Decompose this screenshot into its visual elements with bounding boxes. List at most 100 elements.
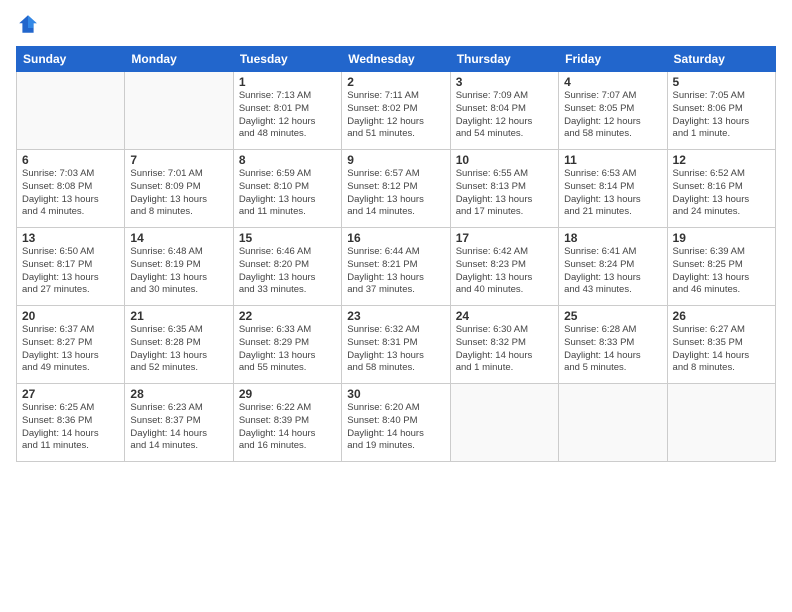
day-info: Sunrise: 6:20 AM Sunset: 8:40 PM Dayligh… (347, 402, 444, 453)
day-number: 10 (456, 153, 553, 167)
calendar-cell: 24Sunrise: 6:30 AM Sunset: 8:32 PM Dayli… (450, 306, 558, 384)
calendar-cell: 18Sunrise: 6:41 AM Sunset: 8:24 PM Dayli… (559, 228, 667, 306)
calendar-cell: 12Sunrise: 6:52 AM Sunset: 8:16 PM Dayli… (667, 150, 775, 228)
calendar-cell: 22Sunrise: 6:33 AM Sunset: 8:29 PM Dayli… (233, 306, 341, 384)
calendar-header-friday: Friday (559, 47, 667, 72)
calendar-cell: 25Sunrise: 6:28 AM Sunset: 8:33 PM Dayli… (559, 306, 667, 384)
day-number: 14 (130, 231, 227, 245)
day-info: Sunrise: 6:48 AM Sunset: 8:19 PM Dayligh… (130, 246, 227, 297)
day-number: 19 (673, 231, 770, 245)
day-info: Sunrise: 6:32 AM Sunset: 8:31 PM Dayligh… (347, 324, 444, 375)
day-number: 18 (564, 231, 661, 245)
calendar-cell: 26Sunrise: 6:27 AM Sunset: 8:35 PM Dayli… (667, 306, 775, 384)
day-number: 26 (673, 309, 770, 323)
day-number: 3 (456, 75, 553, 89)
header (16, 12, 776, 36)
day-info: Sunrise: 6:41 AM Sunset: 8:24 PM Dayligh… (564, 246, 661, 297)
day-info: Sunrise: 6:59 AM Sunset: 8:10 PM Dayligh… (239, 168, 336, 219)
day-number: 15 (239, 231, 336, 245)
calendar-header-monday: Monday (125, 47, 233, 72)
day-info: Sunrise: 6:27 AM Sunset: 8:35 PM Dayligh… (673, 324, 770, 375)
day-info: Sunrise: 6:30 AM Sunset: 8:32 PM Dayligh… (456, 324, 553, 375)
day-number: 21 (130, 309, 227, 323)
day-info: Sunrise: 7:09 AM Sunset: 8:04 PM Dayligh… (456, 90, 553, 141)
calendar-cell (559, 384, 667, 462)
calendar-header-sunday: Sunday (17, 47, 125, 72)
day-info: Sunrise: 6:23 AM Sunset: 8:37 PM Dayligh… (130, 402, 227, 453)
day-info: Sunrise: 6:39 AM Sunset: 8:25 PM Dayligh… (673, 246, 770, 297)
day-number: 20 (22, 309, 119, 323)
calendar-cell: 14Sunrise: 6:48 AM Sunset: 8:19 PM Dayli… (125, 228, 233, 306)
day-info: Sunrise: 6:44 AM Sunset: 8:21 PM Dayligh… (347, 246, 444, 297)
calendar-week-4: 20Sunrise: 6:37 AM Sunset: 8:27 PM Dayli… (17, 306, 776, 384)
calendar-cell: 9Sunrise: 6:57 AM Sunset: 8:12 PM Daylig… (342, 150, 450, 228)
calendar-cell: 29Sunrise: 6:22 AM Sunset: 8:39 PM Dayli… (233, 384, 341, 462)
day-info: Sunrise: 6:28 AM Sunset: 8:33 PM Dayligh… (564, 324, 661, 375)
calendar-cell (667, 384, 775, 462)
calendar-cell: 6Sunrise: 7:03 AM Sunset: 8:08 PM Daylig… (17, 150, 125, 228)
calendar-cell: 10Sunrise: 6:55 AM Sunset: 8:13 PM Dayli… (450, 150, 558, 228)
day-info: Sunrise: 6:35 AM Sunset: 8:28 PM Dayligh… (130, 324, 227, 375)
calendar-cell: 8Sunrise: 6:59 AM Sunset: 8:10 PM Daylig… (233, 150, 341, 228)
calendar-cell: 4Sunrise: 7:07 AM Sunset: 8:05 PM Daylig… (559, 72, 667, 150)
calendar-cell: 5Sunrise: 7:05 AM Sunset: 8:06 PM Daylig… (667, 72, 775, 150)
calendar-header-row: SundayMondayTuesdayWednesdayThursdayFrid… (17, 47, 776, 72)
day-number: 8 (239, 153, 336, 167)
day-info: Sunrise: 6:22 AM Sunset: 8:39 PM Dayligh… (239, 402, 336, 453)
calendar-week-2: 6Sunrise: 7:03 AM Sunset: 8:08 PM Daylig… (17, 150, 776, 228)
day-info: Sunrise: 6:33 AM Sunset: 8:29 PM Dayligh… (239, 324, 336, 375)
calendar-cell (17, 72, 125, 150)
calendar-cell: 19Sunrise: 6:39 AM Sunset: 8:25 PM Dayli… (667, 228, 775, 306)
day-info: Sunrise: 6:55 AM Sunset: 8:13 PM Dayligh… (456, 168, 553, 219)
day-number: 2 (347, 75, 444, 89)
day-number: 7 (130, 153, 227, 167)
day-number: 1 (239, 75, 336, 89)
day-number: 6 (22, 153, 119, 167)
day-number: 28 (130, 387, 227, 401)
calendar-cell: 27Sunrise: 6:25 AM Sunset: 8:36 PM Dayli… (17, 384, 125, 462)
calendar-cell: 17Sunrise: 6:42 AM Sunset: 8:23 PM Dayli… (450, 228, 558, 306)
day-info: Sunrise: 6:37 AM Sunset: 8:27 PM Dayligh… (22, 324, 119, 375)
day-number: 13 (22, 231, 119, 245)
day-number: 23 (347, 309, 444, 323)
day-info: Sunrise: 6:46 AM Sunset: 8:20 PM Dayligh… (239, 246, 336, 297)
day-number: 24 (456, 309, 553, 323)
calendar-header-saturday: Saturday (667, 47, 775, 72)
day-info: Sunrise: 6:53 AM Sunset: 8:14 PM Dayligh… (564, 168, 661, 219)
calendar-cell: 21Sunrise: 6:35 AM Sunset: 8:28 PM Dayli… (125, 306, 233, 384)
day-info: Sunrise: 6:25 AM Sunset: 8:36 PM Dayligh… (22, 402, 119, 453)
calendar-cell: 15Sunrise: 6:46 AM Sunset: 8:20 PM Dayli… (233, 228, 341, 306)
calendar-cell (450, 384, 558, 462)
day-info: Sunrise: 6:57 AM Sunset: 8:12 PM Dayligh… (347, 168, 444, 219)
calendar-cell: 28Sunrise: 6:23 AM Sunset: 8:37 PM Dayli… (125, 384, 233, 462)
calendar-cell: 20Sunrise: 6:37 AM Sunset: 8:27 PM Dayli… (17, 306, 125, 384)
calendar-header-thursday: Thursday (450, 47, 558, 72)
calendar-cell: 2Sunrise: 7:11 AM Sunset: 8:02 PM Daylig… (342, 72, 450, 150)
calendar-cell: 11Sunrise: 6:53 AM Sunset: 8:14 PM Dayli… (559, 150, 667, 228)
day-info: Sunrise: 7:05 AM Sunset: 8:06 PM Dayligh… (673, 90, 770, 141)
calendar-week-5: 27Sunrise: 6:25 AM Sunset: 8:36 PM Dayli… (17, 384, 776, 462)
day-info: Sunrise: 7:03 AM Sunset: 8:08 PM Dayligh… (22, 168, 119, 219)
day-number: 29 (239, 387, 336, 401)
day-number: 25 (564, 309, 661, 323)
day-info: Sunrise: 7:11 AM Sunset: 8:02 PM Dayligh… (347, 90, 444, 141)
calendar-cell: 3Sunrise: 7:09 AM Sunset: 8:04 PM Daylig… (450, 72, 558, 150)
logo (16, 12, 44, 36)
day-number: 4 (564, 75, 661, 89)
calendar-cell: 13Sunrise: 6:50 AM Sunset: 8:17 PM Dayli… (17, 228, 125, 306)
calendar-cell: 7Sunrise: 7:01 AM Sunset: 8:09 PM Daylig… (125, 150, 233, 228)
day-number: 12 (673, 153, 770, 167)
calendar-table: SundayMondayTuesdayWednesdayThursdayFrid… (16, 46, 776, 462)
calendar-week-1: 1Sunrise: 7:13 AM Sunset: 8:01 PM Daylig… (17, 72, 776, 150)
day-number: 5 (673, 75, 770, 89)
day-number: 16 (347, 231, 444, 245)
calendar-cell: 23Sunrise: 6:32 AM Sunset: 8:31 PM Dayli… (342, 306, 450, 384)
day-number: 11 (564, 153, 661, 167)
page-container: SundayMondayTuesdayWednesdayThursdayFrid… (0, 0, 792, 612)
day-number: 9 (347, 153, 444, 167)
day-info: Sunrise: 7:13 AM Sunset: 8:01 PM Dayligh… (239, 90, 336, 141)
day-number: 17 (456, 231, 553, 245)
day-number: 22 (239, 309, 336, 323)
day-info: Sunrise: 7:07 AM Sunset: 8:05 PM Dayligh… (564, 90, 661, 141)
calendar-header-wednesday: Wednesday (342, 47, 450, 72)
